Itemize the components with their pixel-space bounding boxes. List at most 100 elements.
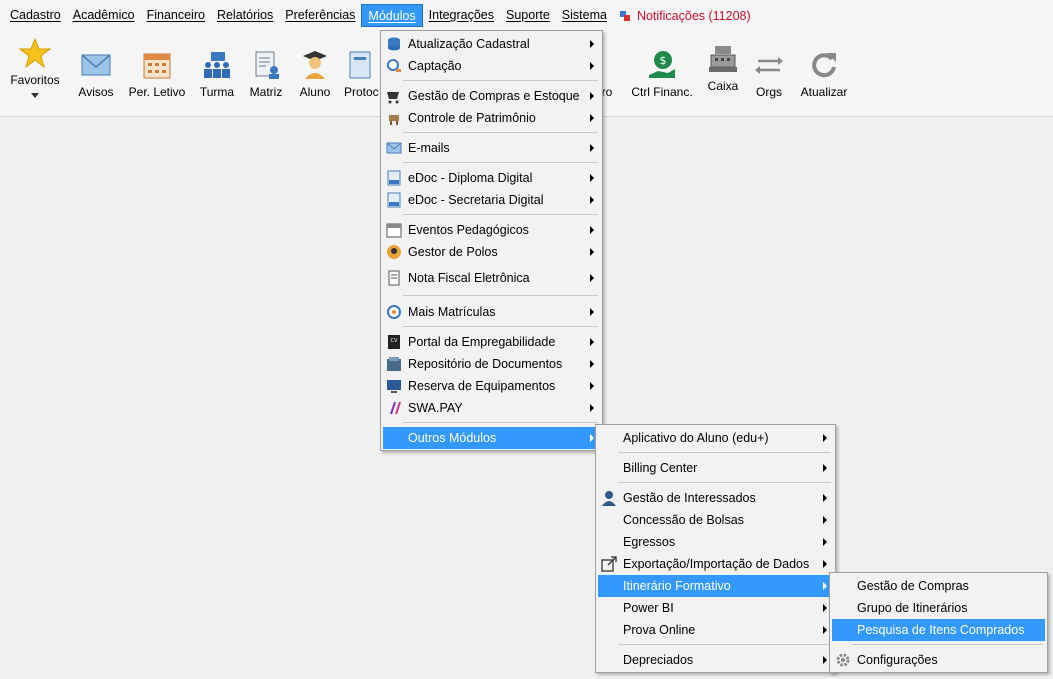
submenu-item-concessao-bolsas[interactable]: Concessão de Bolsas <box>598 509 833 531</box>
menu-item-edoc-secretaria[interactable]: eDoc - Secretaria Digital <box>383 189 600 211</box>
menu-relatorios[interactable]: Relatórios <box>211 4 279 27</box>
menu-modulos[interactable]: Módulos <box>361 4 423 27</box>
magnet-search-icon <box>387 59 401 72</box>
menu-cadastro[interactable]: Cadastro <box>4 4 67 27</box>
star-icon <box>19 37 51 69</box>
submenu-item-grupo-itinerarios[interactable]: Grupo de Itinerários <box>832 597 1045 619</box>
toolbar-turma-button[interactable]: Turma <box>196 49 238 99</box>
person-icon <box>602 491 616 506</box>
notifications-link[interactable]: Notificações (11208) <box>619 9 751 23</box>
swa-pay-icon <box>390 401 401 415</box>
toolbar-protocolo-label: Protoc <box>344 85 379 99</box>
svg-text:CV: CV <box>391 338 398 344</box>
toolbar-turma-label: Turma <box>199 85 235 99</box>
class-group-icon <box>204 52 230 78</box>
submenu-item-billing-center[interactable]: Billing Center <box>598 457 833 479</box>
database-refresh-icon <box>388 37 400 51</box>
submenu-item-exportacao-importacao[interactable]: Exportação/Importação de Dados <box>598 553 833 575</box>
menu-item-atualizacao-cadastral[interactable]: Atualização Cadastral <box>383 33 600 55</box>
envelope-icon <box>386 142 402 154</box>
toolbar-favoritos-button[interactable]: Favoritos <box>8 37 62 101</box>
menu-item-eventos-pedagogicos[interactable]: Eventos Pedagógicos <box>383 219 600 241</box>
menu-item-portal-empregabilidade[interactable]: CV Portal da Empregabilidade <box>383 331 600 353</box>
toolbar-avisos-button[interactable]: Avisos <box>72 49 120 99</box>
toolbar-protocolo-button[interactable]: Protoc <box>344 49 380 99</box>
menu-academico[interactable]: Acadêmico <box>67 4 141 27</box>
menu-item-repositorio-documentos[interactable]: Repositório de Documentos <box>383 353 600 375</box>
submenu-item-aplicativo-aluno[interactable]: Aplicativo do Aluno (edu+) <box>598 427 833 449</box>
menu-item-outros-modulos[interactable]: Outros Módulos <box>383 427 600 449</box>
notification-flag-icon <box>619 10 630 21</box>
toolbar-per-letivo-button[interactable]: Per. Letivo <box>126 49 188 99</box>
invoice-icon <box>388 270 400 286</box>
submenu-item-configuracoes[interactable]: Configurações <box>832 649 1045 671</box>
money-hand-icon: $ <box>649 51 675 78</box>
toolbar-matriz-label: Matriz <box>249 85 283 99</box>
cv-icon: CV <box>388 335 400 349</box>
toolbar-per-letivo-label: Per. Letivo <box>128 85 186 99</box>
submenu-item-pesquisa-itens-comprados[interactable]: Pesquisa de Itens Comprados <box>832 619 1045 641</box>
student-icon <box>303 51 327 79</box>
menu-item-edoc-diploma[interactable]: eDoc - Diploma Digital <box>383 167 600 189</box>
outros-modulos-submenu: Aplicativo do Aluno (edu+) Billing Cente… <box>595 424 836 673</box>
monitor-icon <box>387 380 401 393</box>
toolbar-atualizar-label: Atualizar <box>800 85 848 99</box>
toolbar-caixa-button[interactable]: Caixa <box>704 43 742 93</box>
edoc-icon <box>387 192 401 208</box>
menu-item-emails[interactable]: E-mails <box>383 137 600 159</box>
swap-arrows-icon <box>755 57 783 74</box>
menu-item-swa-pay[interactable]: SWA.PAY <box>383 397 600 419</box>
toolbar-ctrl-financ-label: Ctrl Financ. <box>631 85 693 99</box>
menu-sistema[interactable]: Sistema <box>556 4 613 27</box>
submenu-item-gestao-interessados[interactable]: Gestão de Interessados <box>598 487 833 509</box>
chevron-down-icon <box>31 93 39 98</box>
menu-bar: Cadastro Acadêmico Financeiro Relatórios… <box>0 0 1053 31</box>
toolbar-orgs-button[interactable]: Orgs <box>752 49 786 99</box>
submenu-arrow-icon <box>590 40 594 48</box>
toolbar-aluno-button[interactable]: Aluno <box>294 49 336 99</box>
menu-integracoes[interactable]: Integrações <box>423 4 500 27</box>
calendar-icon <box>386 223 402 238</box>
menu-item-gestao-compras-estoque[interactable]: Gestão de Compras e Estoque <box>383 85 600 107</box>
submenu-item-depreciados[interactable]: Depreciados <box>598 649 833 671</box>
menu-item-reserva-equipamentos[interactable]: Reserva de Equipamentos <box>383 375 600 397</box>
submenu-item-itinerario-formativo[interactable]: Itinerário Formativo <box>598 575 833 597</box>
menu-item-gestor-polos[interactable]: Gestor de Polos <box>383 241 600 263</box>
itinerario-formativo-submenu: Gestão de Compras Grupo de Itinerários P… <box>829 572 1048 673</box>
submenu-item-prova-online[interactable]: Prova Online <box>598 619 833 641</box>
submenu-item-egressos[interactable]: Egressos <box>598 531 833 553</box>
repository-icon <box>387 357 401 371</box>
gear-icon <box>836 653 850 667</box>
modulos-menu: Atualização Cadastral Captação Gestão de… <box>380 30 603 451</box>
menu-item-captacao[interactable]: Captação <box>383 55 600 77</box>
menu-preferencias[interactable]: Preferências <box>279 4 361 27</box>
menu-item-mais-matriculas[interactable]: Mais Matrículas <box>383 301 600 323</box>
cart-icon <box>387 92 399 104</box>
menu-financeiro[interactable]: Financeiro <box>141 4 211 27</box>
submenu-item-gestao-compras[interactable]: Gestão de Compras <box>832 575 1045 597</box>
furniture-icon <box>389 115 399 125</box>
edoc-icon <box>387 170 401 186</box>
envelope-icon <box>81 54 111 76</box>
toolbar-orgs-label: Orgs <box>755 85 782 99</box>
calendar-icon <box>143 53 171 79</box>
document-person-icon <box>255 51 279 79</box>
people-group-icon <box>387 245 401 259</box>
toolbar-matriz-button[interactable]: Matriz <box>246 49 286 99</box>
protocol-icon <box>349 51 371 79</box>
menu-suporte[interactable]: Suporte <box>500 4 556 27</box>
menu-item-controle-patrimonio[interactable]: Controle de Patrimônio <box>383 107 600 129</box>
submenu-item-power-bi[interactable]: Power BI <box>598 597 833 619</box>
toolbar-favoritos-label: Favoritos <box>10 73 60 87</box>
toolbar-atualizar-button[interactable]: Atualizar <box>798 49 850 99</box>
external-link-icon <box>601 556 617 572</box>
refresh-icon <box>812 53 836 78</box>
notifications-label: Notificações (11208) <box>636 8 751 23</box>
svg-text:$: $ <box>660 54 667 67</box>
menu-separator <box>403 80 598 81</box>
enrollment-icon <box>387 305 401 319</box>
toolbar-avisos-label: Avisos <box>78 85 114 99</box>
toolbar-ctrl-financ-button[interactable]: $ Ctrl Financ. <box>628 49 696 99</box>
toolbar-caixa-label: Caixa <box>707 79 739 93</box>
menu-item-nota-fiscal[interactable]: Nota Fiscal Eletrônica <box>383 267 600 289</box>
